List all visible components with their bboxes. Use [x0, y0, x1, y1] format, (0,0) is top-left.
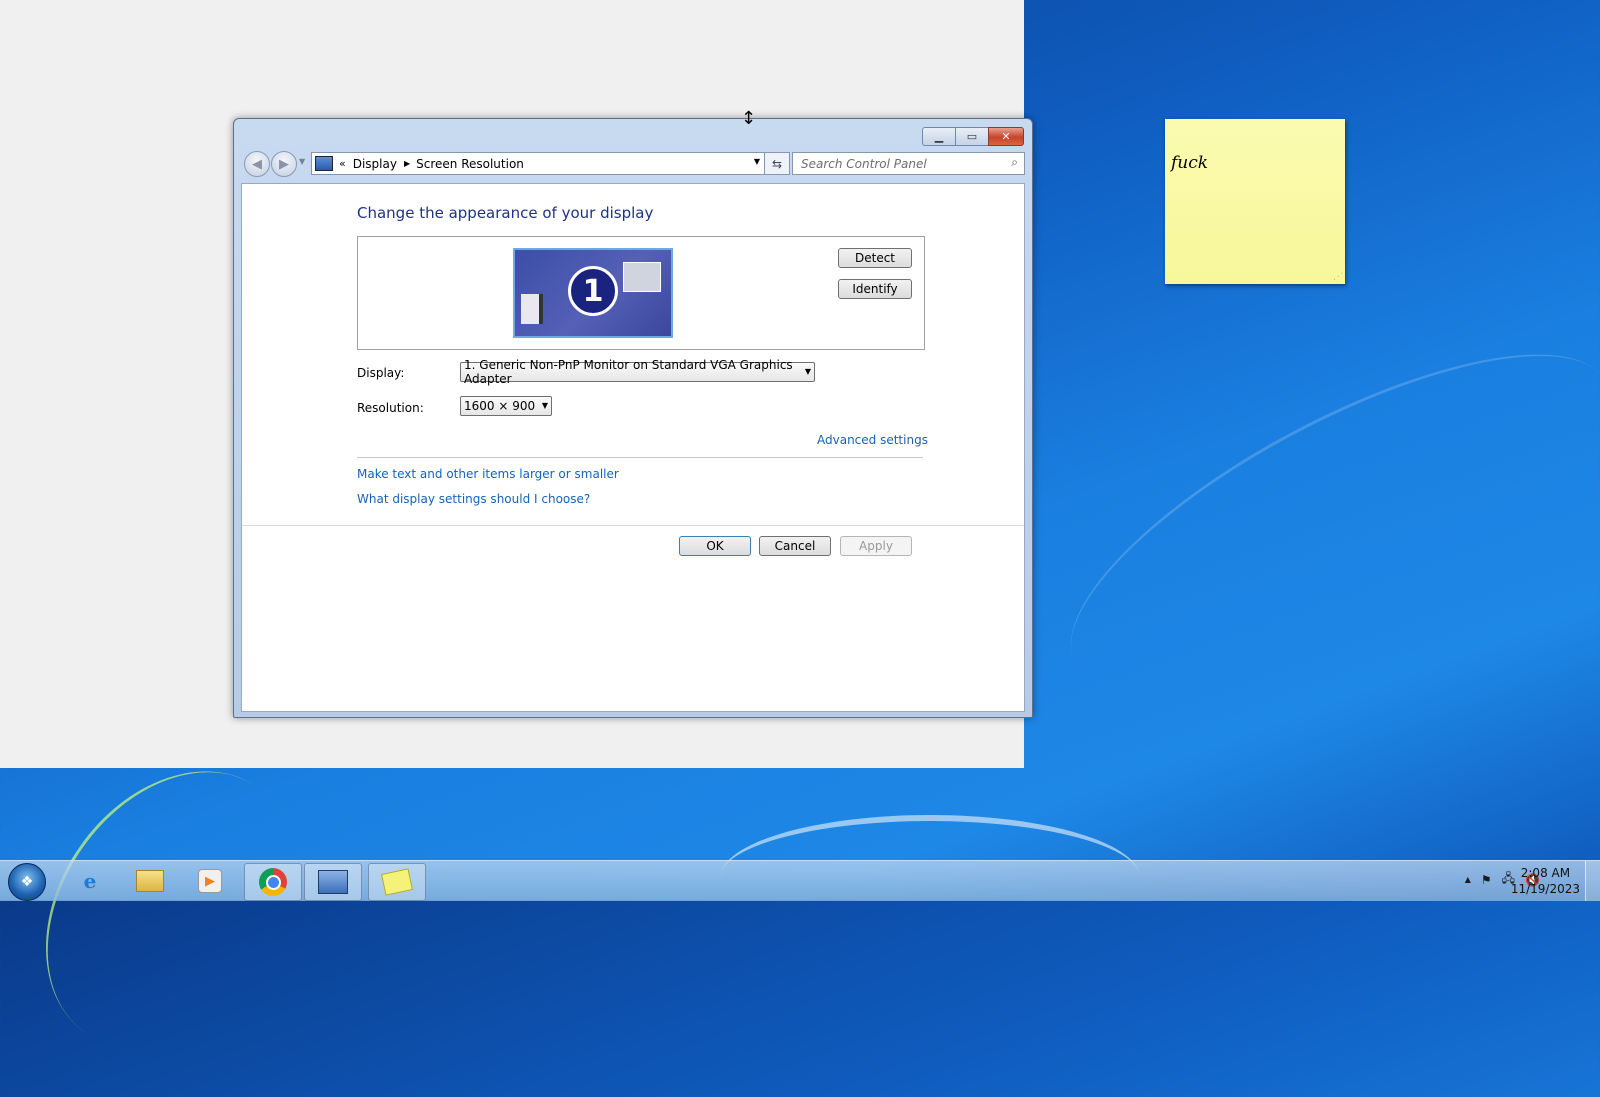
divider — [357, 457, 923, 458]
breadcrumb-separator-icon[interactable]: ▶ — [404, 159, 410, 168]
resolution-label: Resolution: — [357, 401, 424, 415]
sticky-note-text[interactable]: fuck — [1171, 153, 1208, 173]
internet-explorer-icon[interactable]: e — [62, 863, 118, 899]
minimize-button[interactable]: ▁ — [922, 127, 956, 146]
monitor-1-tile[interactable]: 1 — [513, 248, 673, 338]
address-dropdown-icon[interactable]: ▼ — [754, 157, 760, 166]
apply-button[interactable]: Apply — [840, 536, 912, 556]
control-panel-taskbar-icon[interactable] — [304, 863, 362, 901]
chevron-down-icon: ▼ — [541, 401, 548, 410]
windows-logo-icon: ❖ — [20, 874, 34, 890]
advanced-settings-link[interactable]: Advanced settings — [817, 433, 928, 447]
refresh-button[interactable]: ⇆ — [764, 152, 790, 175]
monitor-arrangement-panel: 1 Detect Identify — [357, 236, 925, 350]
divider — [242, 525, 1024, 526]
media-player-icon[interactable]: ▶ — [182, 863, 238, 899]
forward-arrow-icon: ▶ — [279, 156, 289, 172]
sticky-notes-icon[interactable] — [368, 863, 426, 901]
caption-buttons: ▁ ▭ ✕ — [922, 127, 1024, 146]
folder-icon — [136, 870, 164, 892]
desktop-light-streak — [1027, 291, 1600, 752]
ok-button[interactable]: OK — [679, 536, 751, 556]
address-bar[interactable]: « Display ▶ Screen Resolution ▼ — [311, 152, 765, 175]
monitor-window-graphic — [623, 262, 661, 292]
close-button[interactable]: ✕ — [988, 127, 1024, 146]
monitor-number-badge: 1 — [568, 266, 618, 316]
file-explorer-icon[interactable] — [122, 863, 178, 899]
content-area: Change the appearance of your display 1 … — [241, 183, 1025, 712]
start-button[interactable]: ❖ — [8, 863, 46, 901]
search-box[interactable]: ⌕ — [792, 152, 1025, 175]
sticky-note-icon — [381, 868, 413, 896]
resize-cursor-icon: ↕ — [741, 108, 757, 129]
control-panel-icon — [315, 156, 333, 171]
taskbar: ❖ e ▶ ▲ ⚑ 🖧 🔇 2:08 AM 11/19/2023 — [0, 860, 1600, 901]
resize-grip-icon[interactable]: ⋰ — [1333, 272, 1342, 282]
display-select[interactable]: 1. Generic Non-PnP Monitor on Standard V… — [460, 358, 815, 386]
breadcrumb-overflow[interactable]: « — [339, 157, 346, 170]
show-hidden-icons-icon[interactable]: ▲ — [1465, 875, 1471, 884]
search-icon[interactable]: ⌕ — [1011, 155, 1018, 170]
page-title: Change the appearance of your display — [357, 204, 654, 222]
maximize-button[interactable]: ▭ — [955, 127, 989, 146]
resolution-select-value: 1600 × 900 — [464, 399, 536, 413]
search-input[interactable] — [799, 153, 1003, 174]
control-panel-icon — [318, 870, 348, 894]
breadcrumb-display[interactable]: Display — [353, 157, 397, 171]
clock[interactable]: 2:08 AM 11/19/2023 — [1511, 865, 1580, 897]
detect-button[interactable]: Detect — [838, 248, 912, 268]
breadcrumb-screen-resolution[interactable]: Screen Resolution — [416, 157, 524, 171]
play-icon: ▶ — [198, 869, 222, 893]
clock-time: 2:08 AM — [1520, 866, 1571, 880]
cancel-button[interactable]: Cancel — [759, 536, 831, 556]
chrome-icon[interactable] — [244, 863, 302, 901]
chrome-logo-icon — [259, 868, 287, 896]
identify-button[interactable]: Identify — [838, 279, 912, 299]
show-desktop-button[interactable] — [1585, 861, 1600, 901]
clock-date: 11/19/2023 — [1510, 882, 1580, 896]
recent-pages-dropdown-icon[interactable]: ▼ — [299, 157, 305, 166]
display-select-value: 1. Generic Non-PnP Monitor on Standard V… — [464, 358, 793, 386]
back-arrow-icon: ◀ — [252, 156, 262, 172]
action-center-flag-icon[interactable]: ⚑ — [1481, 873, 1492, 887]
display-help-link[interactable]: What display settings should I choose? — [357, 492, 590, 506]
refresh-icon: ⇆ — [771, 156, 783, 171]
navigation-bar: ◀ ▶ ▼ « Display ▶ Screen Resolution ▼ ⇆ … — [242, 151, 1026, 177]
forward-button[interactable]: ▶ — [271, 151, 297, 177]
screen-resolution-window: ▁ ▭ ✕ ◀ ▶ ▼ « Display ▶ Screen Resolutio… — [233, 118, 1033, 718]
desktop-light-streak — [0, 723, 349, 1097]
back-button[interactable]: ◀ — [244, 151, 270, 177]
sticky-note[interactable]: fuck ⋰ — [1165, 119, 1345, 284]
text-size-link[interactable]: Make text and other items larger or smal… — [357, 467, 619, 481]
chevron-down-icon: ▼ — [804, 367, 811, 376]
display-label: Display: — [357, 366, 405, 380]
monitor-sidebar-graphic — [521, 294, 543, 324]
resolution-select[interactable]: 1600 × 900 ▼ — [460, 396, 552, 416]
